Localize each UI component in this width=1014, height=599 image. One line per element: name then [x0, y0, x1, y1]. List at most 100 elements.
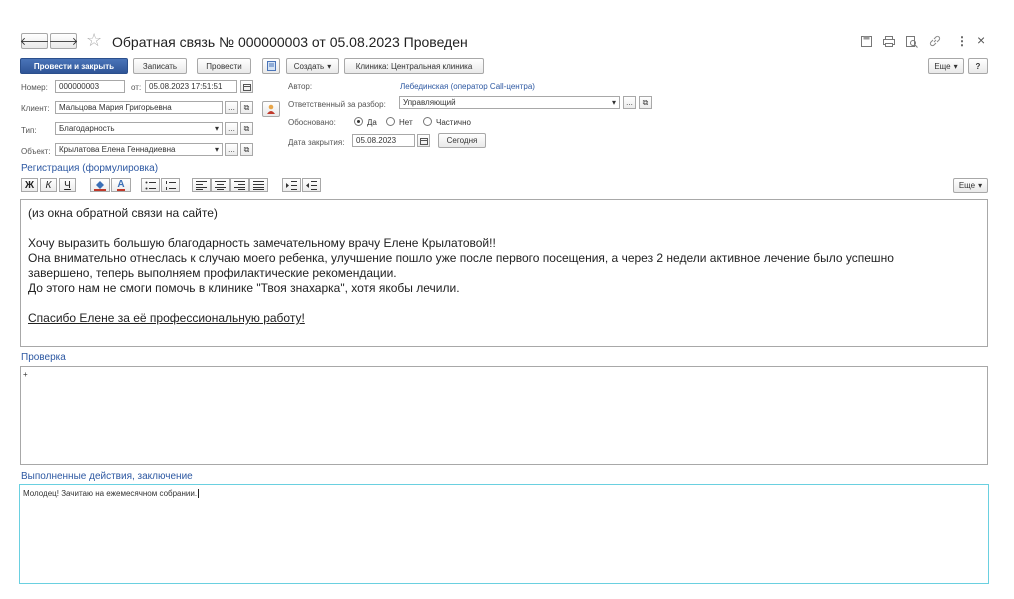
underline-icon: Ч [64, 179, 71, 191]
align-left-button[interactable] [192, 178, 211, 192]
preview-icon[interactable] [906, 36, 918, 48]
indent-increase-button[interactable] [282, 178, 301, 192]
font-color-icon: A [117, 178, 125, 191]
responsible-open-button[interactable]: ⧉ [639, 96, 652, 109]
post-and-close-button[interactable]: Провести и закрыть [20, 58, 128, 74]
post-button[interactable]: Провести [197, 58, 251, 74]
registration-line [28, 296, 980, 311]
registration-line: Хочу выразить большую благодарность заме… [28, 236, 496, 250]
responsible-field[interactable]: Управляющий ▾ [399, 96, 620, 109]
indent-decrease-button[interactable] [302, 178, 321, 192]
number-field[interactable]: 000000003 [55, 80, 125, 93]
save-icon[interactable] [861, 36, 872, 47]
help-button[interactable]: ? [968, 58, 988, 74]
type-field[interactable]: Благодарность ▾ [55, 122, 223, 135]
indent-increase-icon [286, 180, 297, 190]
align-right-button[interactable] [230, 178, 249, 192]
client-select-button[interactable]: ... [225, 101, 238, 114]
type-select-button[interactable]: ... [225, 122, 238, 135]
italic-icon: К [45, 179, 52, 191]
number-label: Номер: [21, 83, 48, 92]
object-field[interactable]: Крылатова Елена Геннадиевна ▾ [55, 143, 223, 156]
chevron-down-icon[interactable]: ▾ [215, 124, 219, 133]
bold-icon: Ж [24, 179, 35, 191]
actions-text: Молодец! Зачитаю на ежемесячном собрании… [23, 489, 198, 498]
client-card-button[interactable] [262, 101, 280, 117]
font-color-button[interactable]: A [111, 178, 131, 192]
create-dropdown-button[interactable]: Создать ▾ [286, 58, 339, 74]
align-justify-icon [253, 180, 264, 190]
registration-editor[interactable]: (из окна обратной связи на сайте) Хочу в… [20, 199, 988, 347]
person-icon [267, 104, 275, 114]
justified-option-partial: Частично [436, 118, 471, 127]
justified-option-yes: Да [367, 118, 377, 127]
bullet-list-icon [145, 181, 156, 189]
close-date-label: Дата закрытия: [288, 138, 345, 147]
bold-button[interactable]: Ж [21, 178, 38, 192]
registration-line: (из окна обратной связи на сайте) [28, 206, 218, 220]
check-field[interactable]: + [20, 366, 988, 465]
responsible-select-button[interactable]: ... [623, 96, 636, 109]
chevron-down-icon[interactable]: ▾ [215, 145, 219, 154]
justified-option-no: Нет [399, 118, 413, 127]
justified-radio-no[interactable] [386, 117, 395, 126]
arrow-right-icon: 🡒 [48, 36, 79, 48]
close-date-calendar-button[interactable] [417, 134, 430, 147]
star-icon[interactable]: ☆ [86, 30, 102, 51]
responsible-value: Управляющий [403, 98, 456, 107]
registration-line: До этого нам не смоги помочь в клинике "… [28, 281, 460, 295]
more-button[interactable]: Еще ▾ [928, 58, 964, 74]
arrow-left-icon: 🡐 [19, 36, 50, 48]
editor-more-label: Еще [958, 181, 976, 190]
close-date-field[interactable]: 05.08.2023 [352, 134, 415, 147]
editor-more-button[interactable]: Еще ▾ [953, 178, 988, 193]
date-field[interactable]: 05.08.2023 17:51:51 [145, 80, 237, 93]
type-value: Благодарность [59, 124, 115, 133]
print-icon[interactable] [883, 36, 895, 47]
highlight-color-button[interactable] [90, 178, 110, 192]
client-label: Клиент: [21, 104, 50, 113]
numbered-list-button[interactable] [161, 178, 180, 192]
align-right-icon [234, 180, 245, 190]
numbered-list-icon [166, 180, 176, 190]
date-label: от: [131, 83, 142, 92]
registration-line: завершено, теперь выполняем профилактиче… [28, 266, 397, 280]
back-button[interactable]: 🡐 [19, 33, 50, 49]
align-center-icon [215, 180, 226, 190]
clinic-button[interactable]: Клиника: Центральная клиника [344, 58, 484, 74]
registration-line: Спасибо Елене за её профессиональную раб… [28, 311, 305, 325]
client-open-button[interactable]: ⧉ [240, 101, 253, 114]
calendar-button[interactable] [240, 80, 253, 93]
close-icon[interactable]: × [977, 32, 985, 48]
text-cursor [198, 489, 200, 498]
justified-radio-yes[interactable] [354, 117, 363, 126]
forward-button[interactable]: 🡒 [48, 33, 79, 49]
open-icon: ⧉ [642, 97, 649, 107]
author-link[interactable]: Лебединская (оператор Call-центра) [400, 82, 535, 91]
type-open-button[interactable]: ⧉ [240, 122, 253, 135]
report-button[interactable] [262, 58, 280, 74]
author-label: Автор: [288, 82, 313, 91]
more-label: Еще [934, 61, 951, 71]
registration-line [28, 221, 980, 236]
object-open-button[interactable]: ⧉ [240, 143, 253, 156]
actions-field[interactable]: Молодец! Зачитаю на ежемесячном собрании… [19, 484, 989, 584]
align-left-icon [196, 180, 207, 190]
align-center-button[interactable] [211, 178, 230, 192]
type-label: Тип: [21, 126, 37, 135]
client-field[interactable]: Мальцова Мария Григорьевна [55, 101, 223, 114]
chevron-down-icon[interactable]: ▾ [612, 98, 616, 107]
align-justify-button[interactable] [249, 178, 268, 192]
underline-button[interactable]: Ч [59, 178, 76, 192]
link-icon[interactable] [929, 35, 941, 47]
bullet-list-button[interactable] [141, 178, 160, 192]
object-select-button[interactable]: ... [225, 143, 238, 156]
registration-title: Регистрация (формулировка) [21, 163, 159, 174]
today-button[interactable]: Сегодня [438, 133, 486, 148]
object-value: Крылатова Елена Геннадиевна [59, 145, 176, 154]
object-label: Объект: [21, 147, 51, 156]
italic-button[interactable]: К [40, 178, 57, 192]
justified-radio-partial[interactable] [423, 117, 432, 126]
more-vertical-icon[interactable]: ⋮ [956, 34, 968, 48]
save-button[interactable]: Записать [133, 58, 187, 74]
